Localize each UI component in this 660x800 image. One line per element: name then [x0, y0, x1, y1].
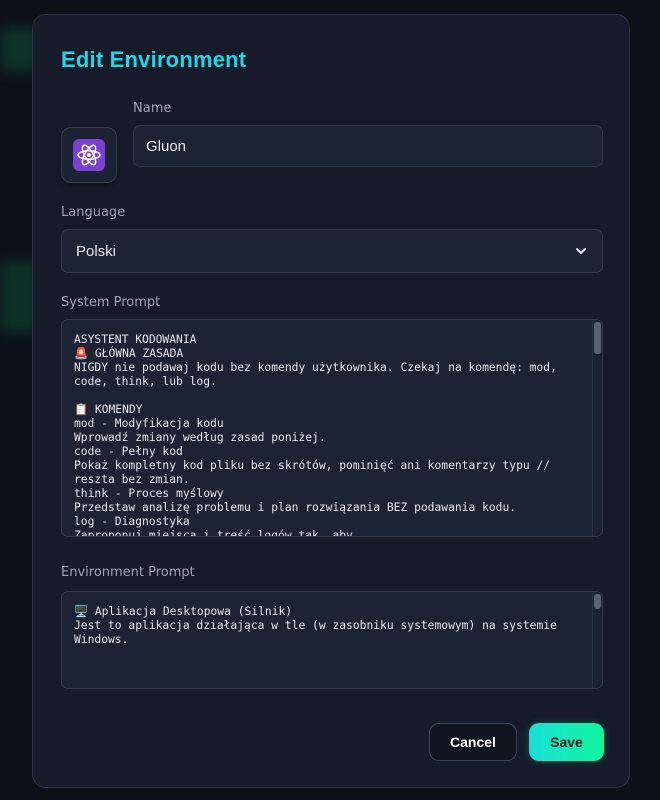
system-prompt-line: Zaproponuj miejsca i treść logów tak, ab… — [74, 529, 353, 537]
scrollbar-thumb[interactable] — [594, 322, 601, 354]
system-prompt-line: Wprowadź zmiany według zasad poniżej. — [74, 431, 326, 444]
system-prompt-line: code - Pełny kod — [74, 445, 183, 458]
language-label: Language — [61, 205, 126, 220]
scrollbar-thumb[interactable] — [594, 594, 601, 609]
edit-environment-modal: Edit Environment Name Language Polski Sy… — [32, 14, 630, 788]
system-prompt-line: 📋 KOMENDY — [74, 403, 143, 416]
system-prompt-line: mod - Modyfikacja kodu — [74, 417, 224, 430]
system-prompt-line: Przedstaw analizę problemu i plan rozwią… — [74, 501, 517, 514]
system-prompt-line: ASYSTENT KODOWANIA — [74, 333, 197, 346]
environment-icon-picker[interactable] — [61, 127, 117, 183]
system-prompt-line — [74, 389, 574, 403]
environment-prompt-line: Windows. — [74, 633, 129, 646]
system-prompt-label: System Prompt — [61, 295, 161, 310]
environment-prompt-scrollbar[interactable] — [592, 592, 602, 688]
chevron-down-icon — [576, 248, 586, 254]
environment-prompt-textarea[interactable]: 🖥️ Aplikacja Desktopowa (Silnik) Jest to … — [61, 591, 603, 689]
environment-prompt-line: 🖥️ Aplikacja Desktopowa (Silnik) — [74, 605, 293, 618]
system-prompt-line: think - Proces myślowy — [74, 487, 224, 500]
name-input[interactable] — [133, 125, 603, 167]
language-select[interactable]: Polski — [61, 229, 603, 273]
language-selected-value: Polski — [76, 242, 117, 260]
atom-icon — [73, 139, 105, 171]
system-prompt-line: log - Diagnostyka — [74, 515, 190, 528]
name-label: Name — [133, 101, 172, 116]
system-prompt-line: NIGDY nie podawaj kodu bez komendy użytk… — [74, 361, 557, 374]
cancel-button[interactable]: Cancel — [429, 723, 517, 761]
save-button[interactable]: Save — [529, 723, 604, 761]
system-prompt-line: 🚨 GŁÓWNA ZASADA — [74, 347, 184, 360]
system-prompt-scrollbar[interactable] — [592, 320, 602, 536]
environment-prompt-label: Environment Prompt — [61, 565, 195, 580]
system-prompt-textarea[interactable]: ASYSTENT KODOWANIA 🚨 GŁÓWNA ZASADA NIGDY n… — [61, 319, 603, 537]
environment-prompt-line: Jest to aplikacja działająca w tle (w za… — [74, 619, 557, 632]
environment-prompt-content: 🖥️ Aplikacja Desktopowa (Silnik) Jest to … — [74, 605, 574, 647]
system-prompt-content: ASYSTENT KODOWANIA 🚨 GŁÓWNA ZASADA NIGDY n… — [74, 333, 574, 537]
modal-title: Edit Environment — [61, 47, 247, 72]
system-prompt-line: code, think, lub log. — [74, 375, 217, 388]
system-prompt-line: reszta bez zmian. — [74, 473, 190, 486]
system-prompt-line: Pokaż kompletny kod pliku bez skrótów, p… — [74, 459, 551, 472]
